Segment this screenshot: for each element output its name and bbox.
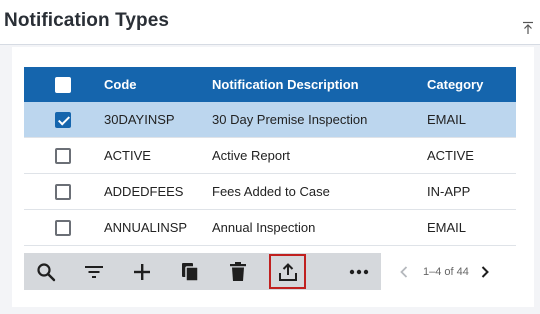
panel-title: Notification Types	[4, 10, 170, 31]
row-select-cell	[24, 102, 104, 138]
row-category: EMAIL	[427, 102, 516, 138]
row-select-cell	[24, 137, 104, 174]
row-checkbox[interactable]	[55, 219, 71, 236]
row-code: 30DAYINSP	[104, 102, 212, 138]
grid-toolbar	[24, 253, 381, 290]
row-description: Active Report	[212, 137, 427, 174]
panel-header: Notification Types	[0, 0, 540, 45]
table-row[interactable]: ADDEDFEES Fees Added to Case IN-APP	[24, 173, 516, 210]
row-category: EMAIL	[427, 209, 516, 246]
collapse-icon[interactable]	[522, 21, 534, 35]
row-code: ANNUALINSP	[104, 209, 212, 246]
row-checkbox[interactable]	[55, 183, 71, 200]
column-header-code[interactable]: Code	[104, 67, 212, 102]
table-header-row: Code Notification Description Category	[24, 67, 516, 102]
row-description: 30 Day Premise Inspection	[212, 102, 427, 138]
add-icon	[134, 263, 150, 280]
more-icon	[349, 269, 369, 274]
delete-icon	[230, 262, 246, 281]
select-all-checkbox[interactable]	[55, 76, 71, 93]
row-description: Fees Added to Case	[212, 173, 427, 210]
chevron-right-icon	[481, 265, 489, 278]
table-row[interactable]: 30DAYINSP 30 Day Premise Inspection EMAI…	[24, 102, 516, 138]
table-row[interactable]: ANNUALINSP Annual Inspection EMAIL	[24, 209, 516, 246]
copy-button[interactable]	[173, 253, 207, 290]
notification-types-table: Code Notification Description Category 3…	[24, 67, 516, 246]
pagination-range: 1–4 of 44	[423, 265, 469, 278]
column-header-description[interactable]: Notification Description	[212, 67, 427, 102]
row-category: ACTIVE	[427, 137, 516, 174]
previous-page-button[interactable]	[395, 253, 413, 290]
delete-button[interactable]	[221, 253, 255, 290]
row-select-cell	[24, 209, 104, 246]
chevron-left-icon	[400, 265, 408, 278]
pagination: 1–4 of 44	[395, 253, 515, 290]
row-code: ACTIVE	[104, 137, 212, 174]
filter-icon	[85, 265, 103, 278]
row-code: ADDEDFEES	[104, 173, 212, 210]
filter-button[interactable]	[77, 253, 111, 290]
export-button[interactable]	[269, 254, 306, 289]
table-row[interactable]: ACTIVE Active Report ACTIVE	[24, 137, 516, 174]
row-category: IN-APP	[427, 173, 516, 210]
search-button[interactable]	[29, 253, 63, 290]
export-icon	[278, 262, 297, 281]
row-select-cell	[24, 173, 104, 210]
select-all-cell	[24, 67, 104, 102]
row-checkbox[interactable]	[55, 147, 71, 164]
search-icon	[37, 262, 56, 281]
column-header-category[interactable]: Category	[427, 67, 516, 102]
row-description: Annual Inspection	[212, 209, 427, 246]
more-button[interactable]	[342, 253, 376, 290]
copy-icon	[182, 262, 199, 282]
next-page-button[interactable]	[476, 253, 494, 290]
row-checkbox[interactable]	[55, 111, 71, 128]
add-button[interactable]	[125, 253, 159, 290]
